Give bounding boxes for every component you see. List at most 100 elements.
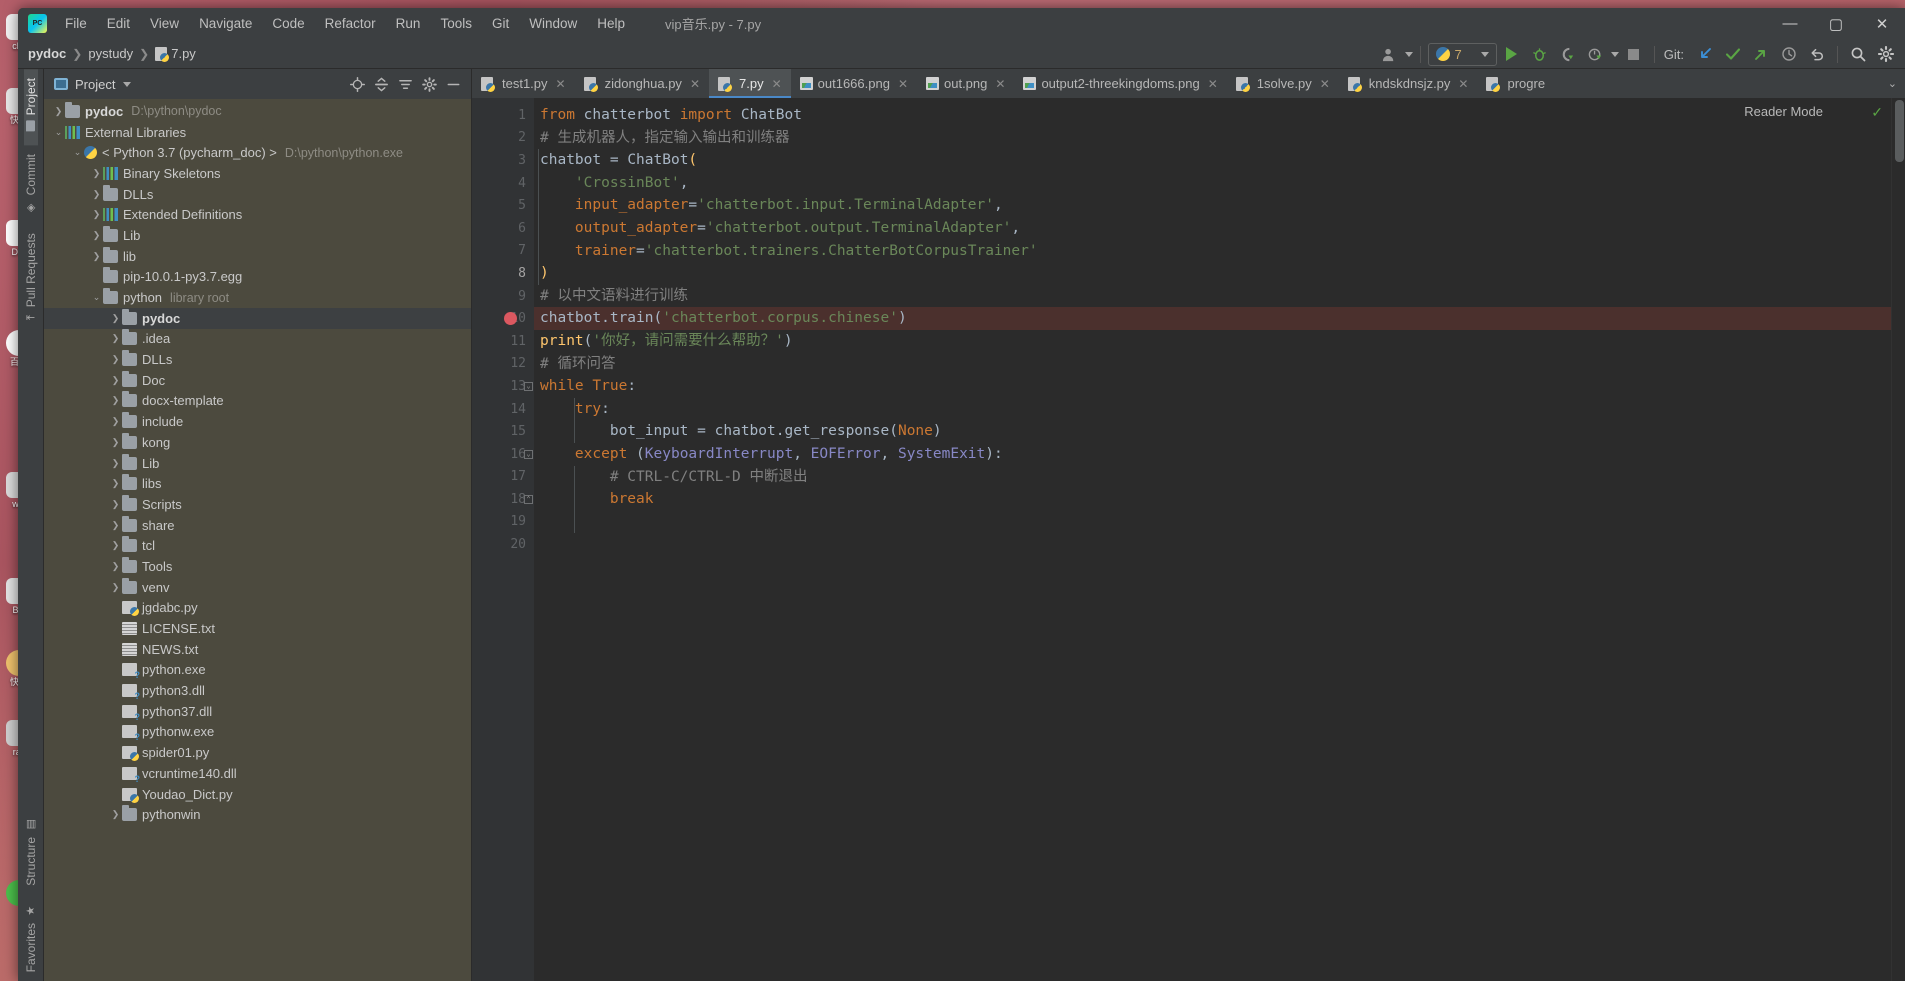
tree-row[interactable]: ❯docx-template [44,391,471,412]
tree-row[interactable]: Youdao_Dict.py [44,784,471,805]
chevron-right-icon[interactable]: ❯ [109,809,122,820]
code-fold-icon[interactable]: ⌄ [524,382,533,391]
chevron-down-icon[interactable]: ⌄ [1880,69,1905,98]
code-line[interactable]: output_adapter='chatterbot.output.Termin… [534,217,1905,240]
tree-row[interactable]: python.exe [44,660,471,681]
profile-dropdown-caret-icon[interactable] [1611,52,1619,57]
collapse-all-icon[interactable] [369,72,393,96]
code-line[interactable]: 'CrossinBot', [534,172,1905,195]
debug-button[interactable] [1527,42,1553,66]
sidebar-tab-commit[interactable]: ◈ Commit [24,145,38,223]
scroll-from-source-icon[interactable] [345,72,369,96]
user-dropdown-caret-icon[interactable] [1405,52,1413,57]
chevron-right-icon[interactable]: ❯ [109,540,122,551]
tree-row[interactable]: ❯lib [44,246,471,267]
sort-icon[interactable] [393,72,417,96]
editor-tab[interactable]: zidonghua.py✕ [575,69,709,98]
chevron-down-icon[interactable] [123,82,131,87]
code-line[interactable]: # CTRL-C/CTRL-D 中断退出 [534,466,1905,489]
history-icon[interactable] [1776,42,1802,66]
chevron-right-icon[interactable]: ❯ [109,313,122,324]
code-line[interactable]: chatbot = ChatBot( [534,149,1905,172]
chevron-down-icon[interactable]: ⌄ [52,127,65,138]
run-configuration-selector[interactable]: 7 [1428,43,1497,66]
settings-icon[interactable] [417,72,441,96]
tree-row[interactable]: ❯Binary Skeletons [44,163,471,184]
chevron-right-icon[interactable]: ❯ [90,189,103,200]
tree-row[interactable]: ❯Tools [44,556,471,577]
editor-tab-strip[interactable]: test1.py✕zidonghua.py✕7.py✕out1666.png✕o… [472,69,1905,98]
chevron-right-icon[interactable]: ❯ [109,561,122,572]
breadcrumb-pystudy[interactable]: pystudy [88,46,133,61]
code-line[interactable]: bot_input = chatbot.get_response(None) [534,420,1905,443]
sidebar-tab-pull-requests[interactable]: ⇤ Pull Requests [24,224,38,331]
tree-row[interactable]: ⌄pythonlibrary root [44,287,471,308]
chevron-right-icon[interactable]: ❯ [109,499,122,510]
code-line[interactable] [534,533,1905,556]
menu-run[interactable]: Run [386,12,431,35]
close-tab-icon[interactable]: ✕ [995,77,1005,91]
editor-tab[interactable]: out.png✕ [917,69,1014,98]
tree-row[interactable]: ❯.idea [44,329,471,350]
tree-row[interactable]: ⌄External Libraries [44,122,471,143]
tree-row[interactable]: ❯DLLs [44,184,471,205]
menu-view[interactable]: View [140,12,189,35]
close-tab-icon[interactable]: ✕ [556,77,566,91]
chevron-right-icon[interactable]: ❯ [90,251,103,262]
tree-row[interactable]: python3.dll [44,680,471,701]
tree-row[interactable]: ❯include [44,411,471,432]
tree-row[interactable]: ❯Lib [44,453,471,474]
tree-row[interactable]: ❯venv [44,577,471,598]
code-line[interactable]: trainer='chatterbot.trainers.ChatterBotC… [534,240,1905,263]
code-line[interactable]: while True: [534,375,1905,398]
close-tab-icon[interactable]: ✕ [1320,77,1330,91]
code-fold-icon[interactable]: ⌄ [524,450,533,459]
run-button[interactable] [1499,42,1525,66]
sidebar-tab-favorites[interactable]: Favorites ★ [24,895,38,981]
tree-row[interactable]: ⌄< Python 3.7 (pycharm_doc) >D:\python\p… [44,142,471,163]
chevron-right-icon[interactable]: ❯ [90,168,103,179]
tree-row[interactable]: ❯Scripts [44,494,471,515]
update-project-icon[interactable] [1692,42,1718,66]
tree-row[interactable]: vcruntime140.dll [44,763,471,784]
menu-file[interactable]: File [55,12,97,35]
tree-row[interactable]: ❯Lib [44,225,471,246]
breadcrumb-pydoc[interactable]: pydoc [28,46,66,61]
tree-row[interactable]: pip-10.0.1-py3.7.egg [44,267,471,288]
breadcrumb-file[interactable]: 7.py [155,46,196,61]
chevron-right-icon[interactable]: ❯ [109,458,122,469]
reader-mode-label[interactable]: Reader Mode [1744,104,1823,119]
push-icon[interactable] [1748,42,1774,66]
project-tree[interactable]: ❯pydocD:\python\pydoc⌄External Libraries… [44,99,471,981]
chevron-right-icon[interactable]: ❯ [109,395,122,406]
maximize-button[interactable]: ▢ [1813,8,1859,39]
editor-tab[interactable]: 7.py✕ [709,69,791,98]
tree-row[interactable]: ❯DLLs [44,349,471,370]
code-line[interactable]: print('你好，请问需要什么帮助？') [534,330,1905,353]
menu-navigate[interactable]: Navigate [189,12,262,35]
tree-row[interactable]: ❯share [44,515,471,536]
tree-row[interactable]: ❯tcl [44,535,471,556]
code-line[interactable]: input_adapter='chatterbot.input.Terminal… [534,194,1905,217]
editor-gutter[interactable]: 1234567891011121314151617181920⌄⌄⌃ [472,98,534,981]
chevron-right-icon[interactable]: ❯ [109,354,122,365]
tree-row[interactable]: NEWS.txt [44,639,471,660]
editor-tab[interactable]: progre [1477,69,1554,98]
tree-row[interactable]: ❯pydocD:\python\pydoc [44,101,471,122]
chevron-right-icon[interactable]: ❯ [109,333,122,344]
tree-row[interactable]: ❯pythonwin [44,804,471,825]
code-line[interactable]: except (KeyboardInterrupt, EOFError, Sys… [534,443,1905,466]
sidebar-tab-structure[interactable]: Structure ▤ [24,809,38,895]
close-tab-icon[interactable]: ✕ [898,77,908,91]
code-editor[interactable]: from chatterbot import ChatBot# 生成机器人，指定… [534,98,1905,981]
menu-code[interactable]: Code [262,12,314,35]
chevron-right-icon[interactable]: ❯ [90,209,103,220]
chevron-down-icon[interactable]: ⌄ [90,292,103,303]
code-line[interactable]: from chatterbot import ChatBot [534,104,1905,127]
chevron-right-icon[interactable]: ❯ [109,375,122,386]
code-line[interactable]: # 循环问答 [534,353,1905,376]
inspection-status-icon[interactable]: ✓ [1871,104,1883,121]
close-tab-icon[interactable]: ✕ [1208,77,1218,91]
stop-button[interactable] [1621,42,1647,66]
tree-row[interactable]: ❯libs [44,473,471,494]
